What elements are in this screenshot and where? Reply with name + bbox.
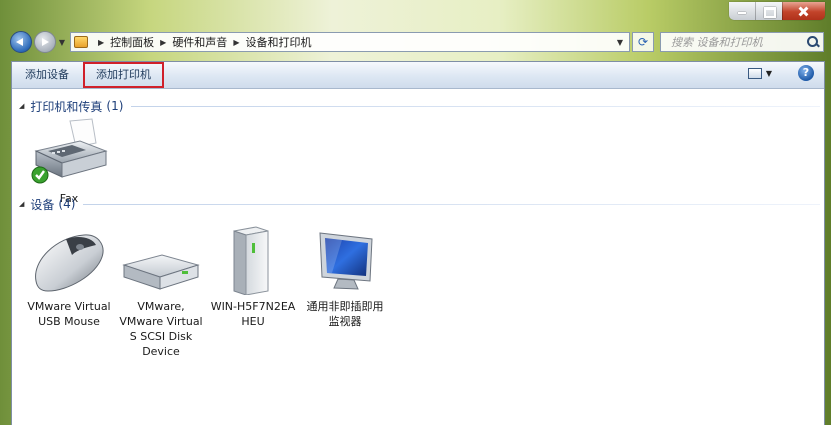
device-label: VMware Virtual USB Mouse (27, 300, 111, 328)
search-icon[interactable] (807, 36, 819, 48)
group-count: (4) (58, 197, 76, 211)
control-panel-icon (74, 36, 88, 48)
add-printer-button[interactable]: 添加打印机 (83, 62, 164, 88)
device-label: VMware, VMware Virtual S SCSI Disk Devic… (119, 300, 203, 358)
toolbar-right: ▼ ? (747, 65, 814, 81)
group-header-printers[interactable]: ◢ 打印机和传真 (1) (12, 95, 824, 117)
mouse-icon (26, 225, 112, 295)
chevron-right-icon[interactable]: ▶ (98, 38, 104, 47)
collapse-icon[interactable]: ◢ (19, 102, 24, 110)
help-icon[interactable]: ? (798, 65, 814, 81)
collapse-icon[interactable]: ◢ (19, 200, 24, 208)
add-device-button[interactable]: 添加设备 (12, 64, 82, 86)
command-bar: 添加设备 添加打印机 ▼ ? (12, 62, 824, 89)
group-count: (1) (106, 99, 124, 113)
minimize-button[interactable] (729, 2, 755, 20)
content-pane: 添加设备 添加打印机 ▼ ? ◢ 打印机和传真 (1) Fax ◢ 设备 (4)… (11, 61, 825, 425)
group-title: 打印机和传真 (30, 99, 103, 114)
view-options-icon[interactable] (747, 67, 762, 79)
printers-group: ◢ 打印机和传真 (1) Fax (12, 95, 824, 205)
disk-drive-icon (118, 225, 204, 295)
devices-group: ◢ 设备 (4) VMware Virtual USB Mouse VMware… (12, 193, 824, 359)
search-input[interactable] (669, 34, 807, 50)
navigation-bar: ▼ ▶ 控制面板 ▶ 硬件和声音 ▶ 设备和打印机 ▼ ⟳ (10, 29, 824, 55)
maximize-button[interactable] (755, 2, 782, 20)
device-list: VMware Virtual USB Mouse VMware, VMware … (12, 225, 824, 359)
breadcrumb-devices-printers[interactable]: 设备和打印机 (245, 34, 311, 50)
breadcrumb-control-panel[interactable]: 控制面板 (110, 34, 154, 50)
chevron-right-icon[interactable]: ▶ (160, 38, 166, 47)
explorer-window: ▼ ▶ 控制面板 ▶ 硬件和声音 ▶ 设备和打印机 ▼ ⟳ 添加设备 添加打印机… (0, 0, 831, 425)
chevron-right-icon[interactable]: ▶ (233, 38, 239, 47)
refresh-button[interactable]: ⟳ (632, 32, 654, 52)
device-usb-mouse[interactable]: VMware Virtual USB Mouse (26, 225, 112, 329)
history-dropdown-icon[interactable]: ▼ (58, 38, 66, 47)
search-box[interactable] (660, 32, 824, 52)
close-button[interactable] (782, 2, 825, 20)
device-computer[interactable]: WIN-H5F7N2EA HEU (210, 225, 296, 329)
group-title: 设备 (30, 197, 55, 212)
address-dropdown-icon[interactable]: ▼ (611, 38, 629, 47)
address-bar[interactable]: ▶ 控制面板 ▶ 硬件和声音 ▶ 设备和打印机 ▼ (70, 32, 630, 52)
view-dropdown-icon[interactable]: ▼ (766, 69, 772, 78)
computer-tower-icon (210, 225, 296, 295)
group-header-devices[interactable]: ◢ 设备 (4) (12, 193, 824, 215)
monitor-icon (302, 225, 388, 295)
fax-printer-icon (26, 117, 112, 187)
window-controls (729, 2, 825, 20)
group-divider (131, 105, 820, 107)
back-button[interactable] (10, 31, 32, 53)
device-scsi-disk[interactable]: VMware, VMware Virtual S SCSI Disk Devic… (118, 225, 204, 359)
group-divider (83, 203, 820, 205)
device-label: 通用非即插即用 监视器 (306, 300, 384, 328)
forward-button[interactable] (34, 31, 56, 53)
device-label: WIN-H5F7N2EA HEU (210, 300, 296, 328)
breadcrumb-hardware-sound[interactable]: 硬件和声音 (172, 34, 227, 50)
device-monitor[interactable]: 通用非即插即用 监视器 (302, 225, 388, 329)
